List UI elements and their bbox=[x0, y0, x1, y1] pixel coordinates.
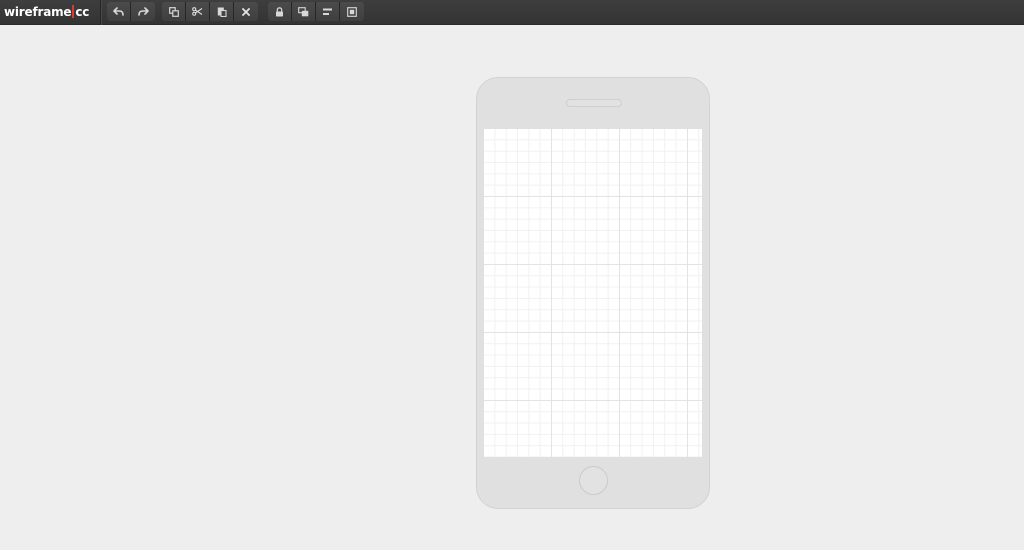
align-left-icon bbox=[323, 8, 332, 15]
phone-screen-canvas[interactable] bbox=[484, 129, 702, 457]
delete-button[interactable] bbox=[234, 2, 258, 21]
duplicate-button[interactable] bbox=[162, 2, 186, 21]
align-button[interactable] bbox=[316, 2, 340, 21]
duplicate-icon bbox=[168, 6, 179, 17]
lock-button[interactable] bbox=[268, 2, 292, 21]
lock-icon bbox=[276, 6, 283, 16]
phone-speaker bbox=[566, 99, 622, 107]
logo-text-cc: cc bbox=[75, 5, 90, 19]
group-icon bbox=[347, 6, 357, 17]
cut-button[interactable] bbox=[186, 2, 210, 21]
undo-icon bbox=[113, 7, 124, 16]
logo-text-wireframe: wireframe bbox=[4, 5, 72, 19]
undo-button[interactable] bbox=[107, 2, 131, 21]
paste-icon bbox=[217, 7, 227, 17]
app-logo[interactable]: wireframe cc bbox=[4, 4, 89, 20]
paste-button[interactable] bbox=[210, 2, 234, 21]
app-window: wireframe cc bbox=[0, 0, 1024, 550]
scissors-icon bbox=[192, 7, 203, 16]
close-icon bbox=[242, 7, 250, 16]
bring-front-button[interactable] bbox=[292, 2, 316, 21]
redo-button[interactable] bbox=[131, 2, 155, 21]
toolbar-divider bbox=[100, 0, 102, 25]
layers-icon bbox=[298, 6, 309, 16]
phone-device-frame[interactable] bbox=[476, 77, 710, 509]
history-button-group bbox=[107, 2, 155, 21]
phone-home-button bbox=[579, 466, 608, 495]
arrange-button-group bbox=[268, 2, 364, 21]
redo-icon bbox=[137, 7, 149, 16]
group-button[interactable] bbox=[340, 2, 364, 21]
top-toolbar: wireframe cc bbox=[0, 0, 1024, 25]
clipboard-button-group bbox=[162, 2, 258, 21]
